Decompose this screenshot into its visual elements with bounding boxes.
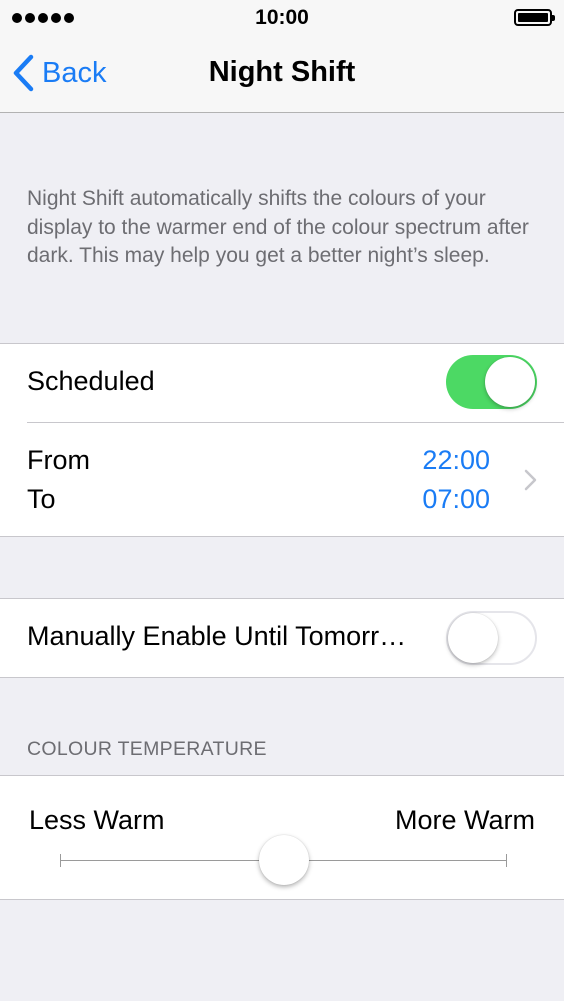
- less-warm-label: Less Warm: [29, 805, 165, 835]
- toggle-knob: [485, 357, 535, 407]
- schedule-group: Scheduled From To 22:00 07:00: [0, 343, 564, 537]
- to-time: 07:00: [422, 484, 490, 514]
- scheduled-label: Scheduled: [27, 366, 155, 396]
- from-time: 22:00: [422, 445, 490, 475]
- scheduled-toggle[interactable]: [446, 355, 537, 409]
- to-label: To: [27, 484, 56, 514]
- slider-max-tick: [506, 854, 507, 867]
- chevron-right-icon: [524, 469, 537, 491]
- navigation-bar: Back Night Shift: [0, 38, 564, 113]
- page-title: Night Shift: [208, 56, 356, 88]
- from-label: From: [27, 445, 90, 475]
- status-bar: 10:00: [0, 0, 564, 38]
- schedule-times-row[interactable]: From To 22:00 07:00: [0, 423, 564, 537]
- slider-min-tick: [60, 854, 61, 867]
- more-warm-label: More Warm: [395, 805, 535, 835]
- manual-enable-group: Manually Enable Until Tomorr…: [0, 598, 564, 678]
- scheduled-row: Scheduled: [0, 344, 564, 422]
- manual-enable-toggle[interactable]: [446, 611, 537, 665]
- colour-temperature-slider-thumb[interactable]: [258, 835, 309, 885]
- night-shift-description: Night Shift automatically shifts the col…: [27, 187, 529, 267]
- colour-temperature-header: COLOUR TEMPERATURE: [27, 738, 267, 760]
- toggle-knob: [448, 613, 498, 663]
- manual-enable-label: Manually Enable Until Tomorr…: [27, 621, 407, 651]
- status-time: 10:00: [255, 6, 309, 29]
- battery-icon: [514, 9, 555, 26]
